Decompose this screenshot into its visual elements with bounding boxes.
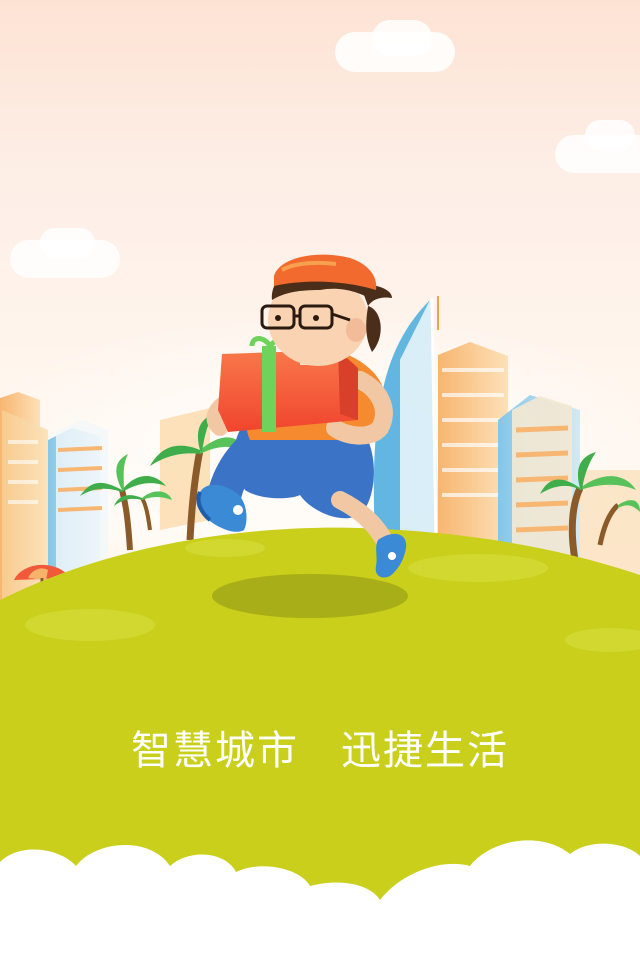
splash-slogan: 智慧城市 迅捷生活 (131, 728, 509, 774)
splash-illustration (0, 254, 640, 960)
splash-screen: 智慧城市 迅捷生活 (0, 0, 640, 960)
